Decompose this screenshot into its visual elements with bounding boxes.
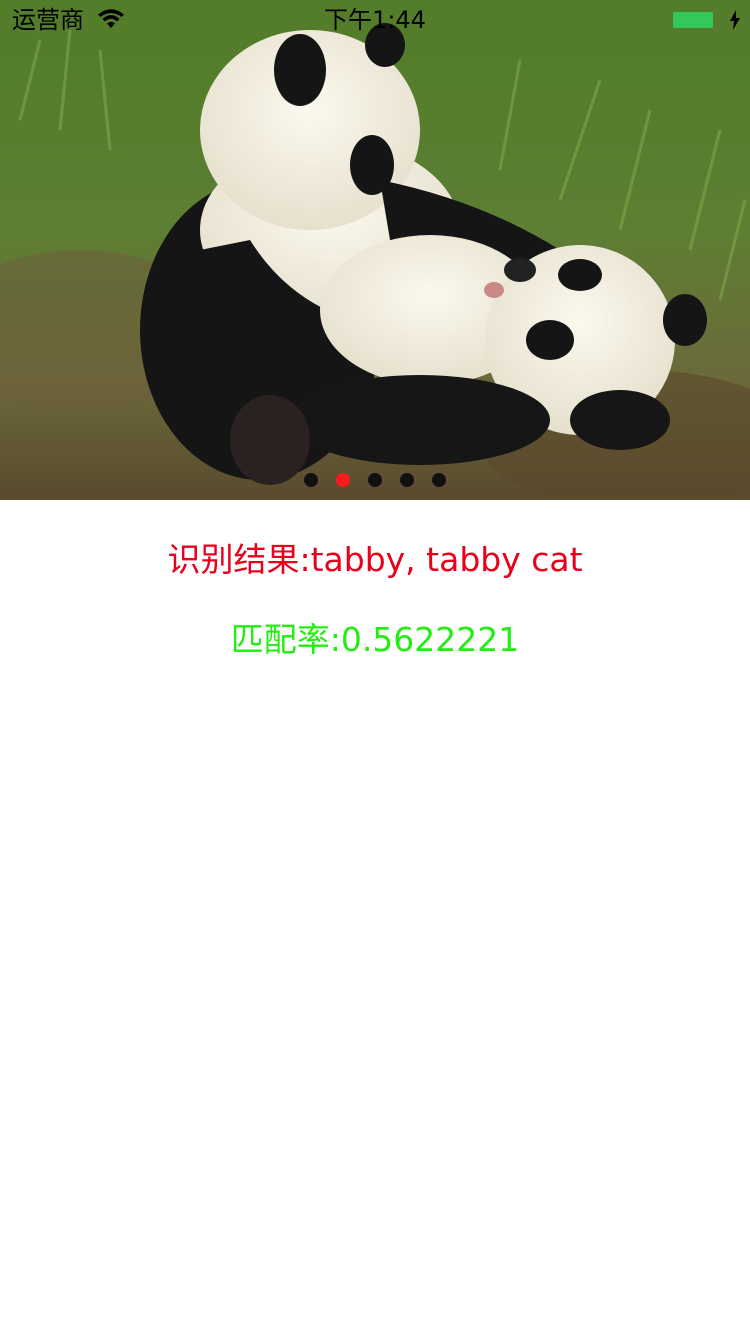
page-dot-4[interactable]	[400, 473, 414, 487]
page-indicator[interactable]	[0, 472, 750, 488]
page-dot-1[interactable]	[304, 473, 318, 487]
charging-bolt-icon	[730, 10, 740, 30]
match-rate-label: 匹配率:0.5622221	[230, 620, 520, 659]
page-dot-3[interactable]	[368, 473, 382, 487]
status-bar: 运营商 下午1:44	[0, 0, 750, 40]
app-screen: 运营商 下午1:44 识别结果:tabby, tabby cat 匹配率:0.5…	[0, 0, 750, 1334]
status-time: 下午1:44	[324, 6, 426, 34]
image-carousel[interactable]	[0, 0, 750, 500]
panda-photo	[0, 0, 750, 500]
page-dot-2-active[interactable]	[336, 473, 350, 487]
page-dot-5[interactable]	[432, 473, 446, 487]
recognition-result-label: 识别结果:tabby, tabby cat	[167, 540, 583, 579]
battery-icon	[673, 12, 713, 28]
